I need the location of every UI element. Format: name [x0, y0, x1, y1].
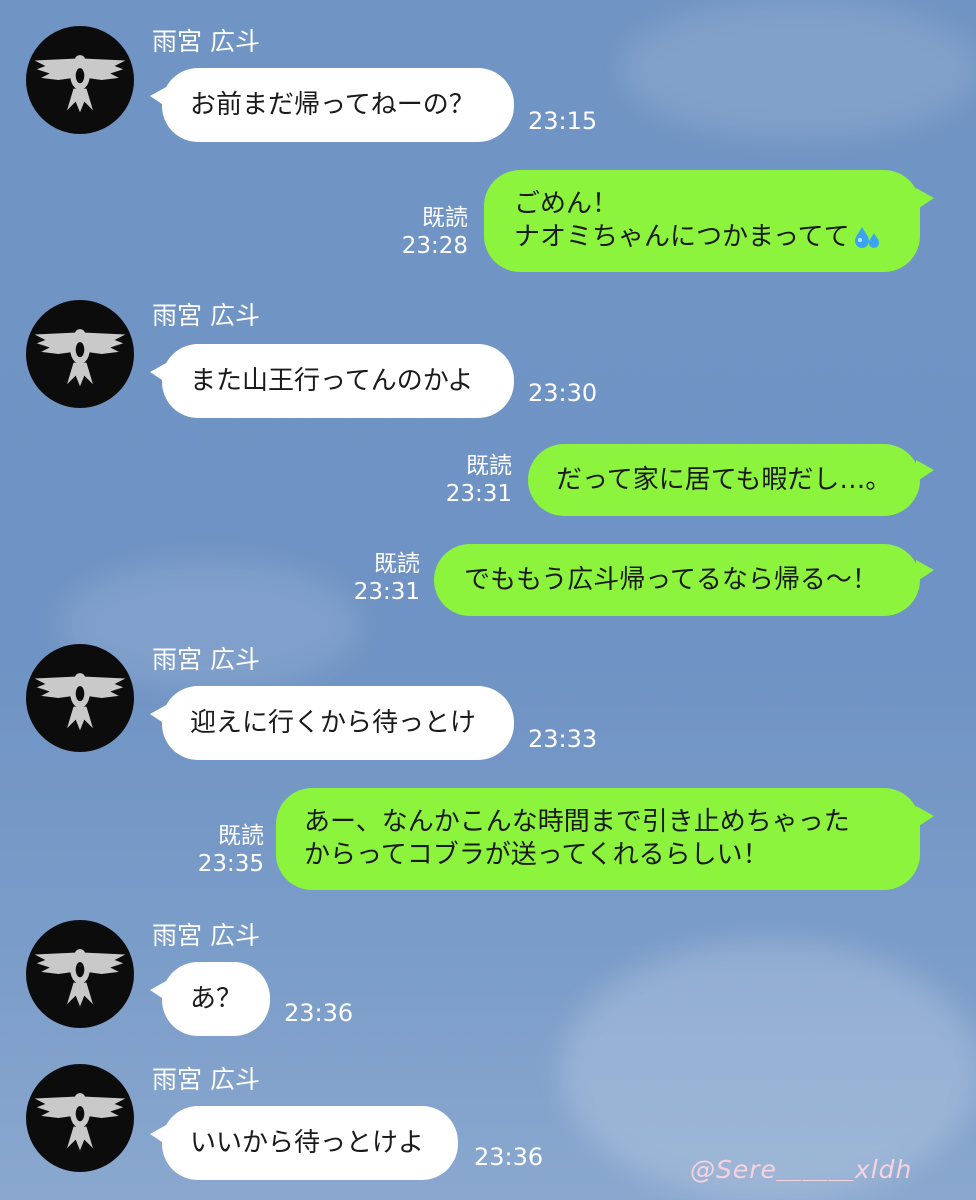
message-time: 23:28 [401, 233, 468, 259]
watermark: @Sere＿＿＿xldh [690, 1155, 913, 1184]
avatar[interactable] [26, 920, 134, 1028]
phoenix-emblem-icon [34, 55, 126, 113]
phoenix-emblem-icon [34, 673, 126, 731]
phoenix-emblem-icon [34, 329, 126, 387]
sweat-droplets-icon [854, 226, 879, 248]
message-text-line-wrap: ナオミちゃんにつかまってて [514, 221, 882, 254]
sender-name: 雨宮 広斗 [152, 301, 260, 330]
message-text: いいから待っとけよ [190, 1127, 425, 1158]
message-text: また山王行ってんのかよ [190, 365, 474, 396]
read-label: 既読 [218, 823, 264, 849]
message-text-line: あー、なんかこんな時間まで引き止めちゃった [304, 807, 850, 837]
background-cloud [620, 0, 976, 140]
message-text: あ？ [190, 983, 243, 1014]
sender-name: 雨宮 広斗 [152, 921, 260, 950]
message-text: 迎えに行くから待っとけ [190, 707, 477, 738]
message-time: 23:31 [353, 579, 420, 605]
message-time: 23:36 [474, 1143, 544, 1171]
message-time: 23:33 [528, 725, 598, 753]
avatar[interactable] [26, 1064, 134, 1172]
read-label: 既読 [422, 205, 468, 231]
read-receipt: 既読 23:31 [350, 550, 420, 606]
read-label: 既読 [466, 453, 512, 479]
outgoing-message-bubble[interactable]: だって家に居ても暇だし…。 [528, 444, 920, 516]
incoming-message-bubble[interactable]: お前まだ帰ってねーの？ [162, 68, 514, 142]
message-text-line: ナオミちゃんにつかまってて [514, 222, 850, 252]
message-text: お前まだ帰ってねーの？ [190, 89, 475, 120]
read-receipt: 既読 23:28 [398, 204, 468, 260]
outgoing-message-bubble[interactable]: ごめん！ ナオミちゃんにつかまってて [484, 170, 920, 272]
message-time: 23:31 [445, 481, 512, 507]
phoenix-emblem-icon [34, 949, 126, 1007]
sender-name: 雨宮 広斗 [152, 1065, 260, 1094]
message-time: 23:36 [284, 999, 354, 1027]
outgoing-message-bubble[interactable]: でももう広斗帰ってるなら帰る～！ [434, 544, 920, 616]
message-text: でももう広斗帰ってるなら帰る～！ [464, 564, 878, 595]
read-receipt: 既読 23:35 [194, 822, 264, 878]
incoming-message-bubble[interactable]: あ？ [162, 962, 270, 1036]
message-text: だって家に居ても暇だし…。 [556, 464, 892, 495]
sender-name: 雨宮 広斗 [152, 645, 260, 674]
read-receipt: 既読 23:31 [442, 452, 512, 508]
avatar[interactable] [26, 300, 134, 408]
avatar[interactable] [26, 26, 134, 134]
outgoing-message-bubble[interactable]: あー、なんかこんな時間まで引き止めちゃった からってコブラが送ってくれるらしい！ [276, 788, 920, 890]
read-label: 既読 [374, 551, 420, 577]
incoming-message-bubble[interactable]: いいから待っとけよ [162, 1106, 458, 1180]
avatar[interactable] [26, 644, 134, 752]
message-time: 23:35 [197, 851, 264, 877]
message-text-line: ごめん！ [514, 189, 619, 219]
incoming-message-bubble[interactable]: また山王行ってんのかよ [162, 344, 514, 418]
message-time: 23:15 [528, 107, 598, 135]
message-time: 23:30 [528, 379, 598, 407]
phoenix-emblem-icon [34, 1093, 126, 1151]
message-text-line: からってコブラが送ってくれるらしい！ [304, 840, 769, 870]
incoming-message-bubble[interactable]: 迎えに行くから待っとけ [162, 686, 514, 760]
sender-name: 雨宮 広斗 [152, 27, 260, 56]
